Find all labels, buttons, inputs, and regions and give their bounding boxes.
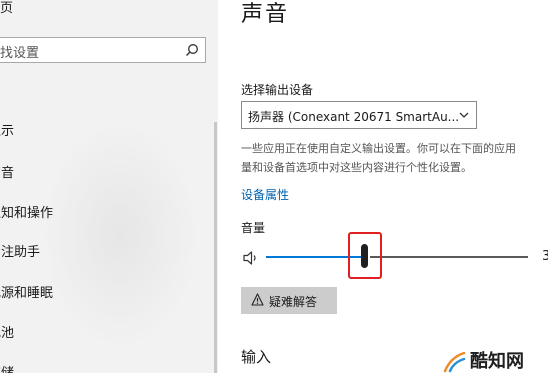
- warning-icon: [251, 293, 264, 306]
- output-device-dropdown[interactable]: 扬声器 (Conexant 20671 SmartAu...: [241, 101, 477, 129]
- search-icon[interactable]: [185, 43, 199, 57]
- settings-search-box[interactable]: 查找设置: [0, 37, 206, 63]
- sidebar-item-storage[interactable]: 存储: [0, 362, 14, 373]
- volume-label: 音量: [241, 221, 266, 235]
- chevron-down-icon: [459, 112, 469, 118]
- sidebar-item-display[interactable]: 显示: [0, 120, 14, 139]
- sidebar-item-label: 专注助手: [0, 245, 41, 260]
- output-device-label: 选择输出设备: [241, 83, 314, 97]
- sidebar-item-battery[interactable]: 电池: [0, 322, 14, 341]
- sidebar-item-label: 显示: [0, 124, 15, 139]
- volume-value: 3: [542, 249, 548, 264]
- volume-slider-track[interactable]: [370, 256, 528, 258]
- sidebar-item-label: 电源和睡眠: [0, 286, 54, 301]
- sidebar-item-notifications[interactable]: 通知和操作: [0, 202, 53, 221]
- sound-settings-pane: 声音 选择输出设备 扬声器 (Conexant 20671 SmartAu...…: [218, 0, 548, 373]
- home-label: 主页: [0, 1, 14, 16]
- sidebar-item-power-sleep[interactable]: 电源和睡眠: [0, 282, 53, 301]
- watermark-logo-icon: [443, 351, 466, 373]
- sidebar-item-sound[interactable]: 声音: [0, 162, 14, 181]
- watermark: 酷知网: [436, 347, 548, 373]
- watermark-text: 酷知网: [470, 351, 524, 372]
- sidebar-item-label: 存储: [0, 366, 14, 373]
- output-device-value: 扬声器 (Conexant 20671 SmartAu...: [248, 110, 460, 124]
- speaker-icon[interactable]: [243, 250, 261, 266]
- search-input[interactable]: 查找设置: [0, 42, 39, 61]
- sidebar-home-link[interactable]: 主页: [0, 0, 13, 16]
- settings-sidebar: 主页 查找设置 显示 声音 通知和操作 专注助手 电源和睡眠 电池 存储: [0, 0, 218, 373]
- sidebar-item-focus-assist[interactable]: 专注助手: [0, 241, 40, 260]
- troubleshoot-label: 疑难解答: [269, 295, 318, 309]
- output-description-line-1: 一些应用正在使用自定义输出设置。你可以在下面的应用: [241, 142, 516, 155]
- sidebar-scrollbar[interactable]: [214, 122, 217, 373]
- sidebar-item-label: 通知和操作: [0, 206, 54, 221]
- device-properties-link[interactable]: 设备属性: [241, 186, 289, 203]
- sidebar-item-label: 声音: [0, 166, 15, 181]
- troubleshoot-button[interactable]: 疑难解答: [241, 287, 337, 314]
- sidebar-item-label: 电池: [0, 326, 15, 341]
- sidebar-blur-overlay: [40, 120, 200, 350]
- output-description-line-2: 量和设备首选项中对这些内容进行个性化设置。: [241, 161, 472, 174]
- annotation-highlight-box: [348, 232, 382, 279]
- input-section-heading: 输入: [241, 348, 272, 366]
- page-title: 声音: [241, 2, 290, 27]
